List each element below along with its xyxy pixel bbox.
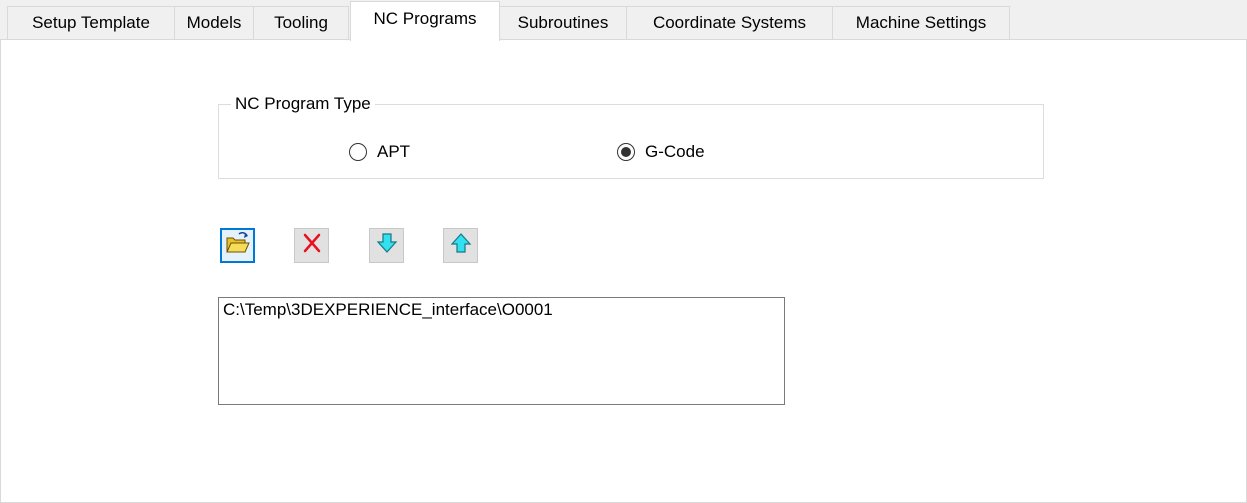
open-program-button[interactable] xyxy=(220,228,255,263)
delete-program-button[interactable] xyxy=(294,228,329,263)
list-item[interactable]: C:\Temp\3DEXPERIENCE_interface\O0001 xyxy=(219,298,784,322)
radio-label: G-Code xyxy=(645,142,705,161)
move-down-button[interactable] xyxy=(369,228,404,263)
tab-label: NC Programs xyxy=(373,9,477,28)
radio-circle xyxy=(617,143,635,161)
radio-label: APT xyxy=(377,142,411,161)
nc-programs-panel: NC Program Type APT G-Code C:\Temp\3DEXP… xyxy=(0,39,1247,503)
tab-coordinate-systems[interactable]: Coordinate Systems xyxy=(626,6,833,39)
delete-x-icon xyxy=(301,232,323,259)
tab-label: Models xyxy=(186,13,242,32)
tab-label: Machine Settings xyxy=(855,13,987,32)
radio-circle xyxy=(349,143,367,161)
tab-models[interactable]: Models xyxy=(174,6,254,39)
radio-apt[interactable]: APT xyxy=(349,142,410,162)
tab-setup-template[interactable]: Setup Template xyxy=(7,6,175,39)
tab-label: Coordinate Systems xyxy=(652,13,807,32)
tab-strip: Setup Template Models Tooling NC Program… xyxy=(0,0,1247,41)
nc-program-list[interactable]: C:\Temp\3DEXPERIENCE_interface\O0001 xyxy=(218,297,785,405)
open-folder-icon xyxy=(225,231,250,259)
tab-machine-settings[interactable]: Machine Settings xyxy=(832,6,1010,39)
tab-label: Subroutines xyxy=(517,13,609,32)
tab-nc-programs[interactable]: NC Programs xyxy=(350,1,500,41)
group-legend: NC Program Type xyxy=(231,94,375,114)
nc-program-type-group: NC Program Type APT G-Code xyxy=(218,94,1044,179)
move-down-arrow-icon xyxy=(376,232,398,259)
tab-subroutines[interactable]: Subroutines xyxy=(499,6,627,39)
move-up-button[interactable] xyxy=(443,228,478,263)
tab-label: Setup Template xyxy=(32,13,150,32)
radio-g-code[interactable]: G-Code xyxy=(617,142,705,162)
move-up-arrow-icon xyxy=(450,232,472,259)
radio-dot xyxy=(621,147,631,157)
tab-tooling[interactable]: Tooling xyxy=(253,6,349,39)
tab-label: Tooling xyxy=(274,13,328,32)
